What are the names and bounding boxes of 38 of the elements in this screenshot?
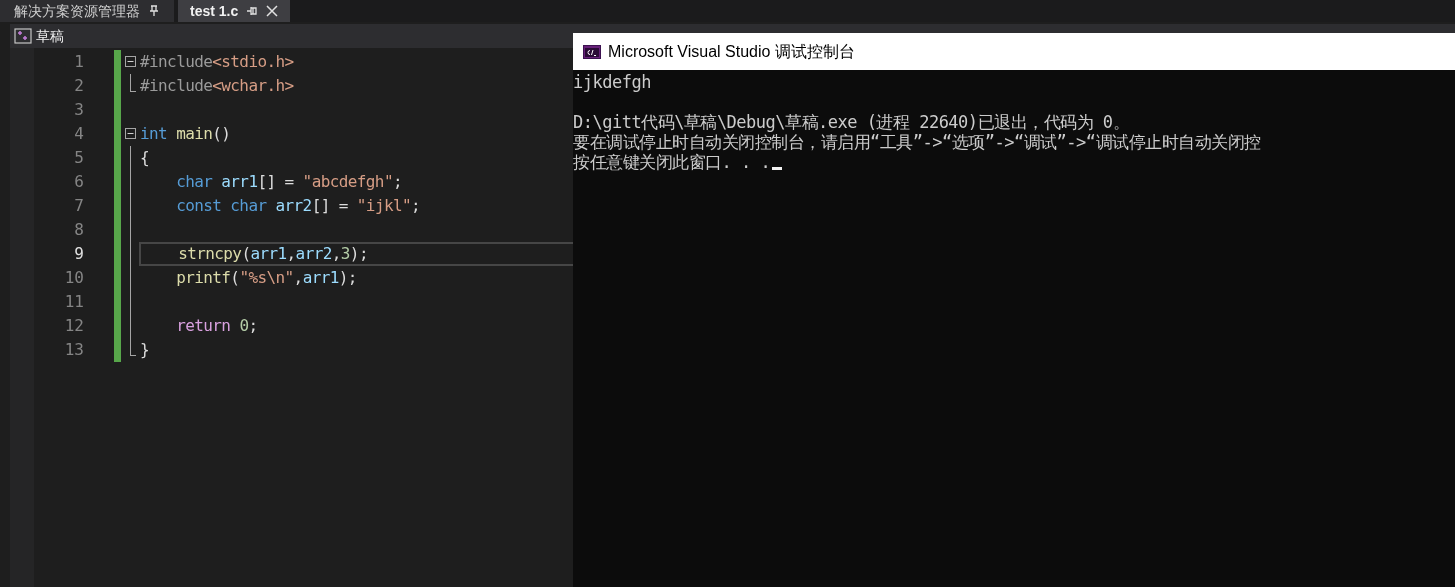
console-output-line: 要在调试停止时自动关闭控制台，请启用“工具”->“选项”->“调试”->“调试停止时自动关闭控 [573,132,1261,152]
project-icon [14,28,32,44]
line-number: 12 [63,315,84,337]
code-line: #include<wchar.h> [140,75,294,97]
project-name: 草稿 [36,26,64,46]
console-title: Microsoft Visual Studio 调试控制台 [608,41,855,62]
code-line: #include<stdio.h> [140,51,294,73]
pin-icon[interactable] [148,5,160,17]
line-number: 1 [73,51,84,73]
document-tab[interactable]: test 1.c [178,0,291,22]
code-line: { [140,147,150,169]
console-output-line: ijkdefgh [573,72,651,92]
code-line: char arr1[] = "abcdefgh"; [175,171,402,193]
line-number: 8 [73,219,84,241]
line-number: 6 [73,171,84,193]
document-tab[interactable]: 解决方案资源管理器 [0,0,174,22]
line-number: 5 [73,147,84,169]
line-number: 3 [73,99,84,121]
line-number: 11 [63,291,84,313]
code-line: } [140,339,150,361]
line-number: 13 [63,339,84,361]
pin-icon[interactable] [246,5,259,17]
code-line: printf("%s\n",arr1); [175,267,357,289]
close-icon[interactable] [266,5,279,17]
code-line: const char arr2[] = "ijkl"; [175,195,421,217]
line-number: 4 [73,123,84,145]
collapse-icon[interactable] [124,56,136,67]
line-number: 7 [73,195,84,217]
collapse-icon[interactable] [124,128,136,139]
line-number: 2 [73,75,84,97]
console-output-line: D:\gitt代码\草稿\Debug\草稿.exe (进程 22640)已退出，代码为 0。 [573,112,1130,132]
console-output-line: 按任意键关闭此窗口. . . [573,152,771,172]
code-line: return 0; [175,315,258,337]
line-number: 9 [73,243,84,265]
code-line: strncpy(arr1,arr2,3); [177,243,368,265]
code-line: int main() [140,123,231,145]
console-app-icon [583,44,601,59]
line-number: 10 [63,267,84,289]
